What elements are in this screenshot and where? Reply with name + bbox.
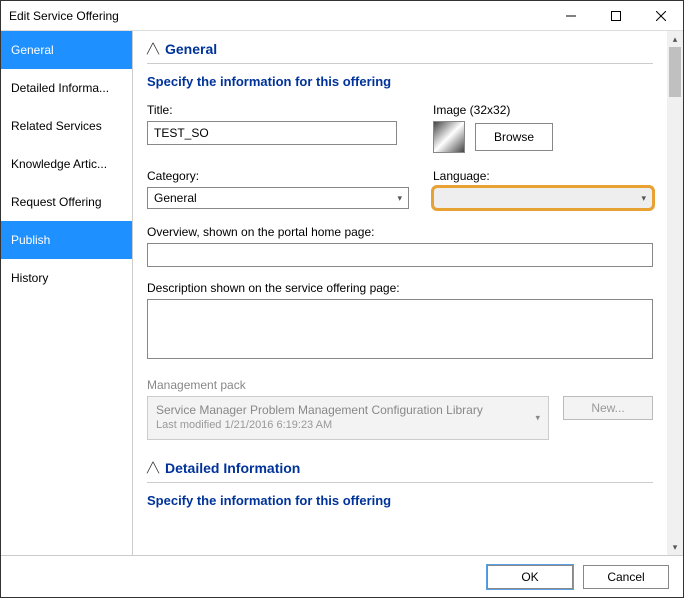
- close-icon: [656, 11, 666, 21]
- body: General Detailed Informa... Related Serv…: [1, 31, 683, 555]
- close-button[interactable]: [638, 1, 683, 30]
- sidebar-item-detailed-information[interactable]: Detailed Informa...: [1, 69, 132, 107]
- overview-label: Overview, shown on the portal home page:: [147, 225, 653, 239]
- image-preview: [433, 121, 465, 153]
- sidebar-item-knowledge-articles[interactable]: Knowledge Artic...: [1, 145, 132, 183]
- management-pack-modified: Last modified 1/21/2016 6:19:23 AM: [156, 419, 540, 431]
- section-title: General: [165, 41, 217, 57]
- category-label: Category:: [147, 169, 409, 183]
- scroll-down-icon[interactable]: ▾: [667, 539, 683, 555]
- management-pack-value: Service Manager Problem Management Confi…: [156, 403, 540, 417]
- vertical-scrollbar[interactable]: ▴ ▾: [667, 31, 683, 555]
- edit-service-offering-window: Edit Service Offering General Detailed I…: [0, 0, 684, 598]
- chevron-up-icon: ╱╲: [147, 463, 157, 474]
- cancel-button[interactable]: Cancel: [583, 565, 669, 589]
- scrollbar-thumb[interactable]: [669, 47, 681, 97]
- window-title: Edit Service Offering: [9, 9, 548, 23]
- title-input[interactable]: [147, 121, 397, 145]
- chevron-down-icon: ▾: [641, 193, 646, 204]
- maximize-icon: [611, 11, 621, 21]
- overview-input[interactable]: [147, 243, 653, 267]
- section-header-detailed[interactable]: ╱╲ Detailed Information: [147, 458, 653, 483]
- minimize-button[interactable]: [548, 1, 593, 30]
- ok-button[interactable]: OK: [487, 565, 573, 589]
- sidebar-item-request-offering[interactable]: Request Offering: [1, 183, 132, 221]
- footer: OK Cancel: [1, 555, 683, 597]
- section-subtitle: Specify the information for this offerin…: [147, 64, 653, 103]
- sidebar: General Detailed Informa... Related Serv…: [1, 31, 133, 555]
- description-label: Description shown on the service offerin…: [147, 281, 653, 295]
- titlebar: Edit Service Offering: [1, 1, 683, 31]
- sidebar-item-publish[interactable]: Publish: [1, 221, 132, 259]
- new-button[interactable]: New...: [563, 396, 653, 420]
- content-scroll[interactable]: ╱╲ General Specify the information for t…: [133, 31, 667, 555]
- section-subtitle-detailed: Specify the information for this offerin…: [147, 483, 653, 522]
- minimize-icon: [566, 11, 576, 21]
- window-controls: [548, 1, 683, 30]
- language-label: Language:: [433, 169, 653, 183]
- image-label: Image (32x32): [433, 103, 653, 117]
- maximize-button[interactable]: [593, 1, 638, 30]
- sidebar-item-history[interactable]: History: [1, 259, 132, 297]
- chevron-down-icon: ▾: [397, 193, 402, 204]
- section-header-general[interactable]: ╱╲ General: [147, 39, 653, 64]
- language-dropdown[interactable]: ▾: [433, 187, 653, 209]
- chevron-up-icon: ╱╲: [147, 44, 157, 55]
- chevron-down-icon: ▾: [535, 413, 540, 424]
- sidebar-item-related-services[interactable]: Related Services: [1, 107, 132, 145]
- management-pack-dropdown[interactable]: Service Manager Problem Management Confi…: [147, 396, 549, 440]
- sidebar-item-general[interactable]: General: [1, 31, 132, 69]
- description-input[interactable]: [147, 299, 653, 359]
- scroll-up-icon[interactable]: ▴: [667, 31, 683, 47]
- section-title-detailed: Detailed Information: [165, 460, 300, 476]
- category-dropdown[interactable]: General ▾: [147, 187, 409, 209]
- content-wrap: ╱╲ General Specify the information for t…: [133, 31, 683, 555]
- management-pack-label: Management pack: [147, 378, 653, 392]
- browse-button[interactable]: Browse: [475, 123, 553, 151]
- category-value: General: [154, 191, 197, 205]
- title-label: Title:: [147, 103, 409, 117]
